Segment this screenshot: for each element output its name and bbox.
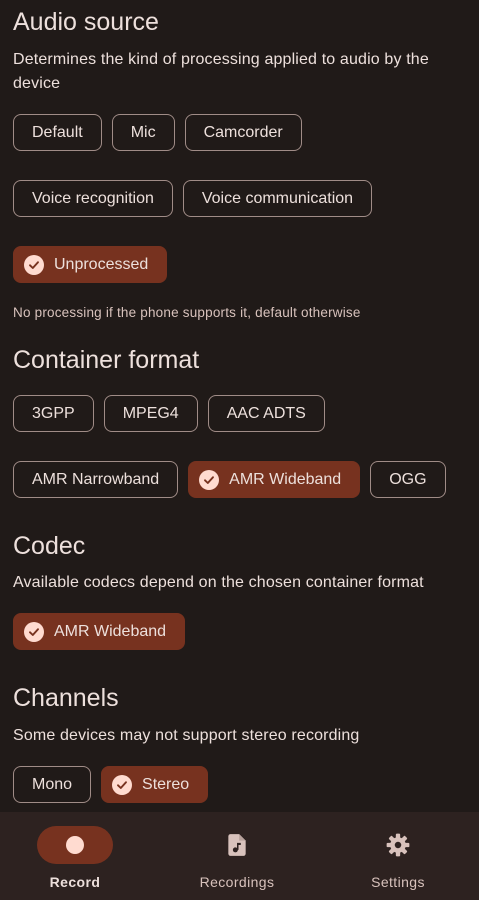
check-circle-icon bbox=[112, 774, 133, 795]
settings-content: Audio source Determines the kind of proc… bbox=[0, 0, 479, 812]
codec-title: Codec bbox=[13, 532, 86, 560]
audio-source-description: Determines the kind of processing applie… bbox=[13, 51, 429, 92]
chip-label: Camcorder bbox=[203, 123, 283, 141]
chip-label: AMR Wideband bbox=[229, 470, 342, 488]
chip-channels-stereo[interactable]: Stereo bbox=[101, 766, 209, 803]
chip-format-3gpp[interactable]: 3GPP bbox=[13, 395, 94, 432]
chip-label: Voice recognition bbox=[32, 189, 154, 207]
nav-item-record[interactable]: Record bbox=[0, 812, 160, 900]
codec-chip-row: AMR Wideband bbox=[13, 613, 186, 650]
chip-label: AMR Narrowband bbox=[32, 470, 160, 488]
chip-label: 3GPP bbox=[32, 404, 75, 422]
chip-audio-source-voice-communication[interactable]: Voice communication bbox=[182, 180, 373, 217]
chip-label: Stereo bbox=[142, 775, 190, 793]
chip-label: AAC ADTS bbox=[226, 404, 306, 422]
chip-label: Voice communication bbox=[201, 189, 354, 207]
chip-format-ogg[interactable]: OGG bbox=[370, 461, 446, 498]
nav-label-settings: Settings bbox=[371, 874, 425, 890]
audio-source-hint: No processing if the phone supports it, … bbox=[13, 305, 361, 320]
channels-title: Channels bbox=[13, 684, 119, 712]
chip-format-mpeg4[interactable]: MPEG4 bbox=[103, 395, 198, 432]
chip-label: Mic bbox=[130, 123, 156, 141]
record-dot-icon bbox=[62, 832, 88, 858]
chip-audio-source-camcorder[interactable]: Camcorder bbox=[184, 114, 302, 151]
audio-source-chip-row-2: Voice recognition Voice communication bbox=[13, 180, 373, 217]
chip-format-amr-wideband[interactable]: AMR Wideband bbox=[188, 461, 361, 498]
channels-chip-row: Mono Stereo bbox=[13, 766, 209, 803]
chip-audio-source-unprocessed[interactable]: Unprocessed bbox=[13, 246, 168, 283]
chip-audio-source-default[interactable]: Default bbox=[13, 114, 102, 151]
chip-format-aac-adts[interactable]: AAC ADTS bbox=[207, 395, 325, 432]
chip-audio-source-voice-recognition[interactable]: Voice recognition bbox=[13, 180, 173, 217]
container-format-chip-row-2: AMR Narrowband AMR Wideband OGG bbox=[13, 461, 446, 498]
channels-description: Some devices may not support stereo reco… bbox=[13, 727, 360, 744]
bottom-navigation: Record Recordings Settings bbox=[0, 812, 479, 900]
chip-label: MPEG4 bbox=[122, 404, 179, 422]
audio-source-chip-row-3: Unprocessed bbox=[13, 246, 168, 283]
chip-label: OGG bbox=[389, 470, 427, 488]
music-file-icon bbox=[224, 832, 250, 858]
chip-label: Default bbox=[32, 123, 83, 141]
chip-format-amr-narrowband[interactable]: AMR Narrowband bbox=[13, 461, 179, 498]
nav-label-recordings: Recordings bbox=[199, 874, 275, 890]
nav-label-record: Record bbox=[49, 874, 101, 890]
check-circle-icon bbox=[24, 254, 44, 275]
chip-audio-source-mic[interactable]: Mic bbox=[111, 114, 175, 151]
chip-channels-mono[interactable]: Mono bbox=[13, 766, 92, 803]
container-format-title: Container format bbox=[13, 346, 200, 374]
codec-description: Available codecs depend on the chosen co… bbox=[13, 574, 424, 591]
nav-item-recordings[interactable]: Recordings bbox=[157, 812, 317, 900]
chip-label: Unprocessed bbox=[54, 255, 149, 273]
chip-label: AMR Wideband bbox=[54, 622, 167, 640]
gear-icon bbox=[385, 832, 411, 858]
container-format-chip-row-1: 3GPP MPEG4 AAC ADTS bbox=[13, 395, 325, 432]
chip-label: Mono bbox=[32, 775, 73, 793]
audio-source-title: Audio source bbox=[13, 8, 159, 36]
chip-codec-amr-wideband[interactable]: AMR Wideband bbox=[13, 613, 186, 650]
check-circle-icon bbox=[199, 469, 220, 490]
nav-item-settings[interactable]: Settings bbox=[318, 812, 478, 900]
audio-source-chip-row-1: Default Mic Camcorder bbox=[13, 114, 302, 151]
check-circle-icon bbox=[24, 621, 44, 642]
